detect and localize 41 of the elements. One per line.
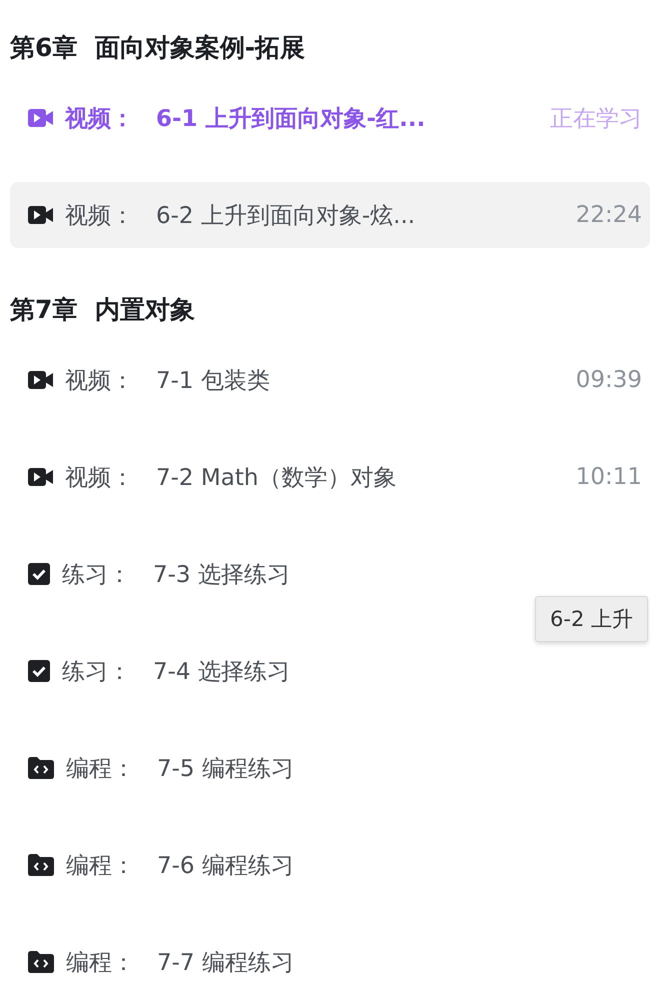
lesson-type: 编程： <box>66 754 136 784</box>
lesson-title: 7-4 选择练习 <box>153 658 291 686</box>
lesson-item[interactable]: 编程： 7-6 编程练习 <box>10 832 650 898</box>
lesson-type: 练习： <box>62 560 132 590</box>
video-camera-icon <box>28 205 53 225</box>
lesson-type: 练习： <box>62 658 132 686</box>
checkbox-icon <box>28 660 50 682</box>
lesson-item[interactable]: 视频： 7-1 包装类 09:39 <box>10 347 650 413</box>
chapter-title: 第7章 内置对象 <box>10 294 196 326</box>
lesson-type: 视频： <box>65 202 135 230</box>
lesson-item[interactable]: 编程： 7-5 编程练习 <box>10 735 650 801</box>
lesson-title: 7-2 Math（数学）对象 <box>156 464 398 492</box>
duration: 10:11 <box>576 464 642 490</box>
lesson-type: 编程： <box>66 948 136 978</box>
checkbox-icon <box>28 563 50 585</box>
duration: 22:24 <box>576 202 642 228</box>
lesson-title: 6-2 上升到面向对象-炫... <box>156 202 416 230</box>
lesson-title: 7-6 编程练习 <box>157 852 295 880</box>
lesson-item[interactable]: 视频： 6-1 上升到面向对象-红... 正在学习 <box>10 85 650 151</box>
video-camera-icon <box>28 467 53 487</box>
lesson-title: 7-5 编程练习 <box>157 754 295 784</box>
lesson-title: 7-1 包装类 <box>156 366 271 396</box>
tooltip: 6-2 上升 <box>535 596 648 642</box>
lesson-item[interactable]: 编程： 7-7 编程练习 <box>10 929 650 991</box>
lesson-title: 7-3 选择练习 <box>153 560 291 590</box>
lesson-type: 视频： <box>65 104 135 134</box>
status-label: 正在学习 <box>550 104 642 134</box>
lesson-title: 7-7 编程练习 <box>157 948 295 978</box>
video-camera-icon <box>28 370 53 390</box>
code-folder-icon <box>28 854 54 876</box>
lesson-type: 视频： <box>65 464 135 492</box>
video-camera-icon <box>28 108 53 128</box>
lesson-type: 视频： <box>65 366 135 396</box>
chapter-title: 第6章 面向对象案例-拓展 <box>10 32 306 64</box>
code-folder-icon <box>28 951 54 973</box>
code-folder-icon <box>28 757 54 779</box>
duration: 09:39 <box>576 367 642 393</box>
lesson-item[interactable]: 视频： 7-2 Math（数学）对象 10:11 <box>10 444 650 510</box>
lesson-item[interactable]: 视频： 6-2 上升到面向对象-炫... 22:24 <box>10 182 650 248</box>
lesson-type: 编程： <box>66 852 136 880</box>
lesson-title: 6-1 上升到面向对象-红... <box>156 104 426 134</box>
